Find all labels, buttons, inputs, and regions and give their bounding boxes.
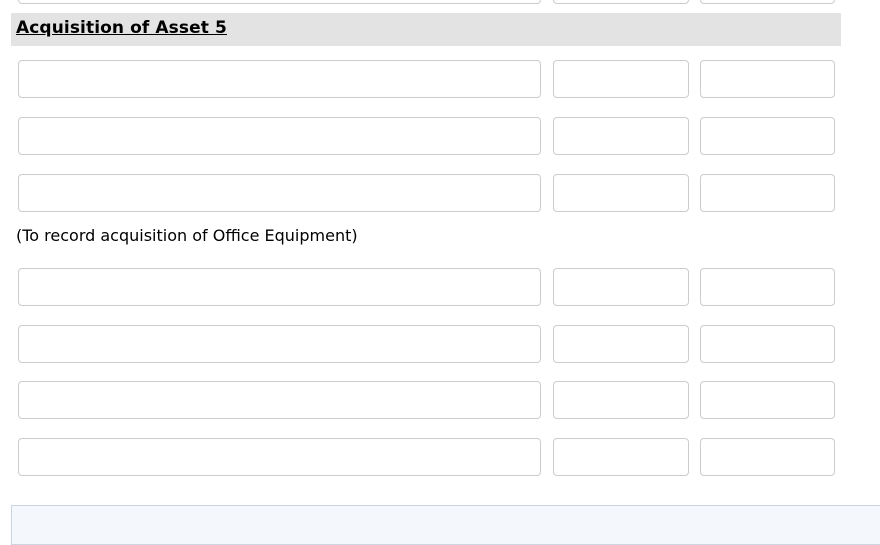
journal-description-input[interactable] [18,60,541,98]
journal-description-input[interactable] [18,381,541,419]
entry-narration-text: (To record acquisition of Office Equipme… [16,226,358,245]
journal-description-input[interactable] [18,438,541,476]
table-row [11,268,835,306]
journal-description-input[interactable] [18,0,541,4]
journal-credit-input[interactable] [700,0,835,4]
info-panel [11,505,880,545]
journal-description-input[interactable] [18,325,541,363]
journal-description-input[interactable] [18,268,541,306]
journal-debit-input[interactable] [553,60,689,98]
journal-credit-input[interactable] [700,268,835,306]
journal-debit-input[interactable] [553,438,689,476]
journal-description-input[interactable] [18,174,541,212]
journal-debit-input[interactable] [553,174,689,212]
journal-debit-input[interactable] [553,117,689,155]
journal-credit-input[interactable] [700,438,835,476]
journal-entry-sheet: Acquisition of Asset 5 (To record acquis… [0,0,880,545]
table-row [11,117,835,155]
journal-credit-input[interactable] [700,325,835,363]
table-row [11,438,835,476]
journal-description-input[interactable] [18,117,541,155]
journal-debit-input[interactable] [553,381,689,419]
journal-debit-input[interactable] [553,268,689,306]
journal-debit-input[interactable] [553,0,689,4]
journal-credit-input[interactable] [700,381,835,419]
journal-credit-input[interactable] [700,60,835,98]
table-row [11,0,835,4]
journal-debit-input[interactable] [553,325,689,363]
table-row [11,60,835,98]
page-title: Acquisition of Asset 5 [16,18,227,38]
table-row [11,381,835,419]
table-row [11,325,835,363]
table-row [11,174,835,212]
journal-credit-input[interactable] [700,174,835,212]
section-header-band: Acquisition of Asset 5 [11,13,841,46]
journal-credit-input[interactable] [700,117,835,155]
